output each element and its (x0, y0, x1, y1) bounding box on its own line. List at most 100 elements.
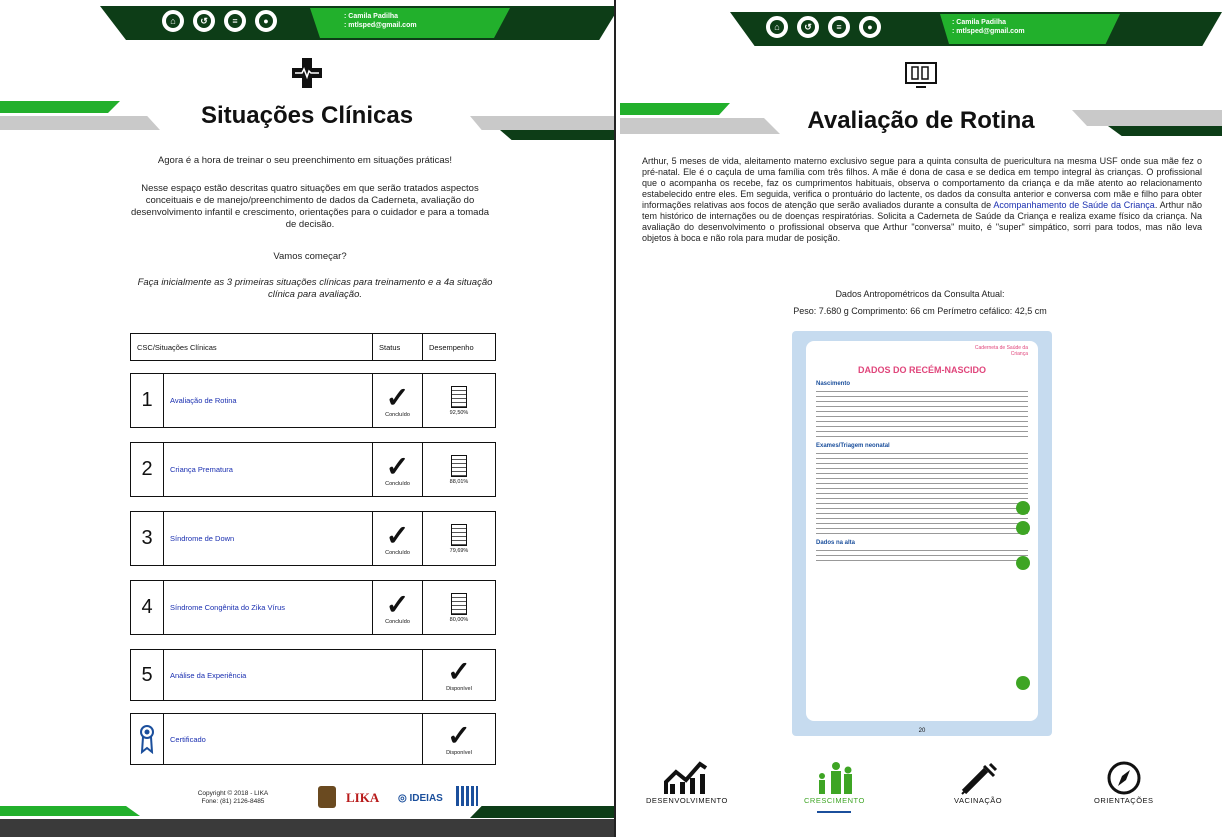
data-title: Dados Antropométricos da Consulta Atual: (835, 289, 1005, 299)
back-icon[interactable]: ↺ (193, 10, 215, 32)
newborn-data-form: Caderneta de Saúde da Criança DADOS DO R… (806, 341, 1038, 721)
form-section: Dados na alta (816, 540, 856, 546)
user-email: mtlsped@gmail.com (952, 27, 1024, 36)
table-header: CSC/Situações Clínicas Status Desempenho (130, 333, 496, 361)
situation-link[interactable]: Avaliação de Rotina (164, 374, 373, 427)
document-icon (451, 592, 467, 615)
situacoes-clinicas-panel: ⌂ ↺ ≡ ● Camila Padilha mtlsped@gmail.com… (0, 0, 616, 837)
footer-bar (0, 819, 614, 837)
form-title: DADOS DO RECÉM-NASCIDO (857, 365, 986, 375)
certificate-link[interactable]: Certificado (164, 714, 423, 764)
check-icon: ✓ (385, 450, 410, 482)
description-text: Nesse espaço estão descritas quatro situ… (130, 183, 490, 230)
situation-link[interactable]: Criança Prematura (164, 443, 373, 496)
nav-desenvolvimento[interactable]: DESENVOLVIMENTO (646, 760, 728, 805)
avaliacao-rotina-panel: ⌂ ↺ ≡ ● Camila Padilha mtlsped@gmail.com… (620, 0, 1222, 837)
nav-label: CRESCIMENTO (804, 796, 865, 805)
chart-icon (663, 761, 708, 794)
score-cell: 79,69% (423, 512, 495, 565)
nav-label: ORIENTAÇÕES (1094, 796, 1154, 805)
check-icon: ✓ (447, 656, 471, 687)
status-cell: ✓ Disponível (423, 650, 495, 700)
nav-label: VACINAÇÃO (954, 796, 1003, 805)
growth-people-icon (819, 762, 853, 794)
row-number: 5 (131, 650, 164, 700)
acompanhamento-link[interactable]: Acompanhamento de Saúde da Criança (993, 200, 1154, 210)
monitor-icon (904, 62, 938, 95)
document-icon (451, 523, 467, 546)
status-label: Concluído (385, 549, 410, 556)
compass-icon (1107, 761, 1141, 795)
case-story: Arthur, 5 meses de vida, aleitamento mat… (642, 156, 1203, 243)
user-info: Camila Padilha mtlsped@gmail.com (344, 12, 416, 30)
info-icon[interactable] (1016, 676, 1030, 690)
info-icon[interactable] (1016, 556, 1030, 570)
copyright: Copyright © 2018 - LIKA Fone: (81) 2126-… (197, 790, 269, 805)
score-label: 80,00% (449, 616, 469, 623)
lika-logo: LIKA (346, 790, 380, 805)
caderneta-image: Caderneta de Saúde da Criança DADOS DO R… (792, 331, 1052, 736)
home-icon[interactable]: ⌂ (766, 16, 788, 38)
check-icon: ✓ (447, 720, 471, 751)
instruction-text: Faça inicialmente as 3 primeiras situaçõ… (137, 277, 493, 300)
home-icon[interactable]: ⌂ (162, 10, 184, 32)
status-cell: ✓ Concluído (373, 443, 423, 496)
status-label: Disponível (446, 686, 472, 692)
column-header: Status (373, 334, 423, 360)
settings-icon[interactable]: ● (255, 10, 277, 32)
column-header: CSC/Situações Clínicas (131, 334, 373, 360)
syringe-icon (961, 762, 998, 795)
table-row[interactable]: Certificado ✓ Disponível (130, 713, 496, 765)
info-icon[interactable] (1016, 501, 1030, 515)
status-cell: ✓ Concluído (373, 512, 423, 565)
nav-vacinacao[interactable]: VACINAÇÃO (954, 760, 1002, 805)
score-label: 92,50% (449, 409, 469, 416)
document-icon (451, 385, 467, 408)
status-cell: ✓ Disponível (423, 714, 495, 764)
table-row[interactable]: 4 Síndrome Congênita do Zika Vírus ✓ Conc… (130, 580, 496, 635)
bars-logo (456, 786, 478, 806)
info-icon[interactable] (1016, 521, 1030, 535)
status-label: Concluído (385, 480, 410, 487)
start-text: Vamos começar? (273, 251, 347, 262)
row-number: 3 (131, 512, 164, 565)
table-row[interactable]: 5 Análise da Experiência ✓ Disponível (130, 649, 496, 701)
intro-text: Agora é a hora de treinar o seu preenchi… (157, 155, 453, 166)
check-icon: ✓ (385, 519, 410, 551)
ideias-logo: ◎ IDEIAS (398, 793, 443, 804)
page-number: 20 (918, 728, 926, 734)
situation-link[interactable]: Síndrome de Down (164, 512, 373, 565)
row-number: 2 (131, 443, 164, 496)
check-icon: ✓ (385, 381, 410, 413)
university-logo (318, 786, 336, 808)
nav-orientacoes[interactable]: ORIENTAÇÕES (1094, 760, 1154, 805)
table-row[interactable]: 2 Criança Prematura ✓ Concluído 88,01% (130, 442, 496, 497)
form-section: Exames/Triagem neonatal (816, 443, 890, 449)
situation-link[interactable]: Síndrome Congênita do Zika Vírus (164, 581, 373, 634)
menu-icon[interactable]: ≡ (224, 10, 246, 32)
user-email: mtlsped@gmail.com (344, 21, 416, 30)
page-title: Avaliação de Rotina (807, 107, 1035, 134)
table-row[interactable]: 1 Avaliação de Rotina ✓ Concluído 92,50% (130, 373, 496, 428)
header-bar: ⌂ ↺ ≡ ● Camila Padilha mtlsped@gmail.com (730, 12, 1222, 46)
form-header-small: Caderneta de Saúde da Criança (974, 345, 1028, 357)
page-title: Situações Clínicas (200, 102, 414, 129)
nav-crescimento[interactable]: CRESCIMENTO (804, 760, 865, 813)
situation-link[interactable]: Análise da Experiência (164, 650, 423, 700)
status-label: Disponível (446, 750, 472, 756)
status-label: Concluído (385, 618, 410, 625)
table-row[interactable]: 3 Síndrome de Down ✓ Concluído 79,69% (130, 511, 496, 566)
score-cell: 80,00% (423, 581, 495, 634)
header-bar: ⌂ ↺ ≡ ● Camila Padilha mtlsped@gmail.com (100, 6, 614, 40)
medical-cross-icon (292, 58, 322, 93)
column-header: Desempenho (429, 342, 474, 352)
row-number: 1 (131, 374, 164, 427)
back-icon[interactable]: ↺ (797, 16, 819, 38)
row-number: 4 (131, 581, 164, 634)
score-cell: 92,50% (423, 374, 495, 427)
status-label: Concluído (385, 411, 410, 418)
settings-icon[interactable]: ● (859, 16, 881, 38)
status-cell: ✓ Concluído (373, 374, 423, 427)
user-name: Camila Padilha (952, 18, 1025, 27)
menu-icon[interactable]: ≡ (828, 16, 850, 38)
